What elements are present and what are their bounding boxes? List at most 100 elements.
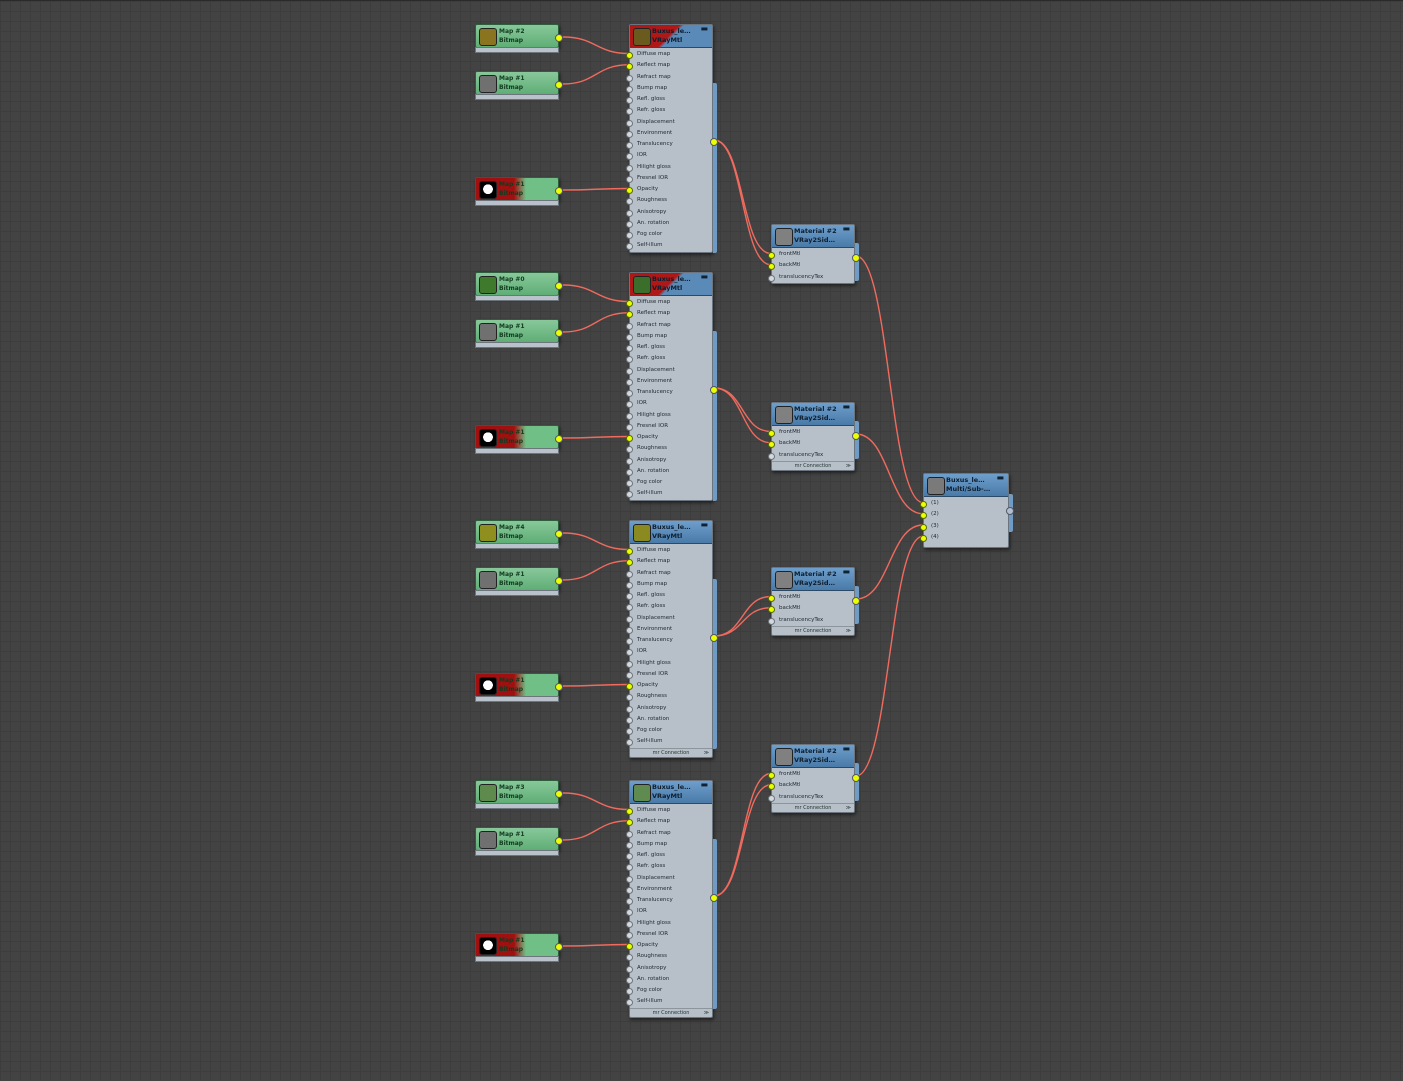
connection-wire[interactable] <box>713 387 772 444</box>
material-slot[interactable]: Environment <box>626 624 712 635</box>
connection-wire[interactable] <box>713 139 772 255</box>
input-socket[interactable] <box>626 243 633 251</box>
output-socket[interactable] <box>555 790 563 798</box>
input-socket[interactable] <box>768 274 775 282</box>
material-slot[interactable]: Fog color <box>626 985 712 996</box>
output-socket[interactable] <box>555 34 563 42</box>
vraymtl-node[interactable]: Buxus_le… VRayMtl ▬ Diffuse map Reflect map R… <box>626 780 718 1018</box>
material-slot[interactable]: Fog color <box>626 229 712 240</box>
output-socket[interactable] <box>555 81 563 89</box>
input-socket[interactable] <box>626 830 633 838</box>
bitmap-node[interactable]: Map #1 Bitmap <box>475 425 563 454</box>
node-editor-canvas[interactable]: Buxus_le… VRayMtl ▬ Diffuse map Reflect map R… <box>0 0 1403 1080</box>
material-slot[interactable]: Translucency <box>626 635 712 646</box>
material-slot[interactable]: Reflect map <box>626 556 712 567</box>
bitmap-node[interactable]: Map #1 Bitmap <box>475 933 563 962</box>
material-slot[interactable]: Anisotropy <box>626 207 712 218</box>
input-socket[interactable] <box>626 909 633 917</box>
material-slot[interactable]: Refract map <box>626 72 712 83</box>
output-socket[interactable] <box>555 329 563 337</box>
material-slot[interactable]: frontMtl <box>768 249 854 260</box>
material-slot[interactable]: backMtl <box>768 603 854 614</box>
input-socket[interactable] <box>920 512 927 520</box>
vraymtl-node-header[interactable]: Buxus_le… VRayMtl ▬ <box>630 781 712 804</box>
connection-wire[interactable] <box>562 532 630 551</box>
vray2sidedmtl-node-header[interactable]: Material #2 VRay2Sid… ▬ <box>772 745 854 768</box>
connection-wire[interactable] <box>562 435 630 439</box>
vraymtl-node-header[interactable]: Buxus_le… VRayMtl ▬ <box>630 273 712 296</box>
input-socket[interactable] <box>626 390 633 397</box>
input-socket[interactable] <box>920 523 927 531</box>
input-socket[interactable] <box>626 581 633 589</box>
bitmap-node[interactable]: Map #1 Bitmap <box>475 71 563 100</box>
material-slot[interactable]: Fog color <box>626 477 712 488</box>
input-socket[interactable] <box>626 187 633 194</box>
input-socket[interactable] <box>626 367 633 375</box>
material-slot[interactable]: IOR <box>626 398 712 409</box>
material-slot[interactable]: Hilight gloss <box>626 162 712 173</box>
input-socket[interactable] <box>626 85 633 93</box>
connection-wire[interactable] <box>713 784 772 897</box>
vray2sidedmtl-node-header[interactable]: Material #2 VRay2Sid… ▬ <box>772 225 854 248</box>
material-slot[interactable]: Displacement <box>626 117 712 128</box>
material-slot[interactable]: Refract map <box>626 568 712 579</box>
input-socket[interactable] <box>920 534 927 542</box>
bitmap-node[interactable]: Map #1 Bitmap <box>475 177 563 206</box>
material-slot[interactable]: Hilight gloss <box>626 658 712 669</box>
input-socket[interactable] <box>626 130 633 138</box>
material-slot[interactable]: translucencyTex <box>768 272 854 283</box>
material-slot[interactable]: Roughness <box>626 691 712 702</box>
output-socket[interactable] <box>852 774 860 782</box>
connection-wire[interactable] <box>713 595 772 637</box>
input-socket[interactable] <box>768 595 775 602</box>
material-slot[interactable]: (2) <box>920 509 1008 520</box>
mr-connection-footer[interactable]: mr Connection ≫ <box>772 460 854 470</box>
input-socket[interactable] <box>626 853 633 860</box>
connection-wire[interactable] <box>562 64 630 85</box>
bitmap-node[interactable]: Map #2 Bitmap <box>475 24 563 53</box>
vraymtl-node[interactable]: Buxus_le… VRayMtl ▬ Diffuse map Reflect map R… <box>626 24 718 253</box>
expand-arrow-icon[interactable]: ≫ <box>846 462 851 470</box>
connection-wire[interactable] <box>562 36 630 55</box>
material-slot[interactable]: Diffuse map <box>626 49 712 60</box>
material-slot[interactable]: backMtl <box>768 780 854 791</box>
connection-wire[interactable] <box>562 284 630 303</box>
input-socket[interactable] <box>626 559 633 567</box>
input-socket[interactable] <box>626 300 633 307</box>
material-slot[interactable]: Anisotropy <box>626 963 712 974</box>
output-socket[interactable] <box>555 530 563 538</box>
input-socket[interactable] <box>626 705 633 713</box>
input-socket[interactable] <box>626 976 633 984</box>
material-slot[interactable]: translucencyTex <box>768 450 854 461</box>
material-slot[interactable]: Hilight gloss <box>626 918 712 929</box>
input-socket[interactable] <box>768 252 775 259</box>
input-socket[interactable] <box>626 153 633 161</box>
vraymtl-node[interactable]: Buxus_le… VRayMtl ▬ Diffuse map Reflect map R… <box>626 272 718 501</box>
input-socket[interactable] <box>626 943 633 950</box>
expand-arrow-icon[interactable]: ≫ <box>704 749 709 757</box>
material-slot[interactable]: Refr. gloss <box>626 353 712 364</box>
output-socket[interactable] <box>852 432 860 440</box>
material-slot[interactable]: IOR <box>626 906 712 917</box>
input-socket[interactable] <box>626 660 633 668</box>
material-slot[interactable]: Environment <box>626 376 712 387</box>
material-slot[interactable]: Fresnel IOR <box>626 669 712 680</box>
material-slot[interactable]: frontMtl <box>768 769 854 780</box>
connection-wire[interactable] <box>562 560 630 581</box>
connection-wire[interactable] <box>562 312 630 333</box>
minimize-icon[interactable]: ▬ <box>996 474 1004 482</box>
material-slot[interactable]: Refl. gloss <box>626 590 712 601</box>
minimize-icon[interactable]: ▬ <box>700 781 708 789</box>
material-slot[interactable]: Displacement <box>626 365 712 376</box>
material-slot[interactable]: backMtl <box>768 260 854 271</box>
input-socket[interactable] <box>626 322 633 330</box>
input-socket[interactable] <box>920 501 927 508</box>
input-socket[interactable] <box>626 999 633 1007</box>
output-socket[interactable] <box>555 435 563 443</box>
input-socket[interactable] <box>626 548 633 555</box>
mr-connection-footer[interactable]: mr Connection ≫ <box>772 802 854 812</box>
input-socket[interactable] <box>768 430 775 437</box>
connection-wire[interactable] <box>855 255 924 504</box>
input-socket[interactable] <box>626 739 633 747</box>
input-socket[interactable] <box>768 783 775 791</box>
